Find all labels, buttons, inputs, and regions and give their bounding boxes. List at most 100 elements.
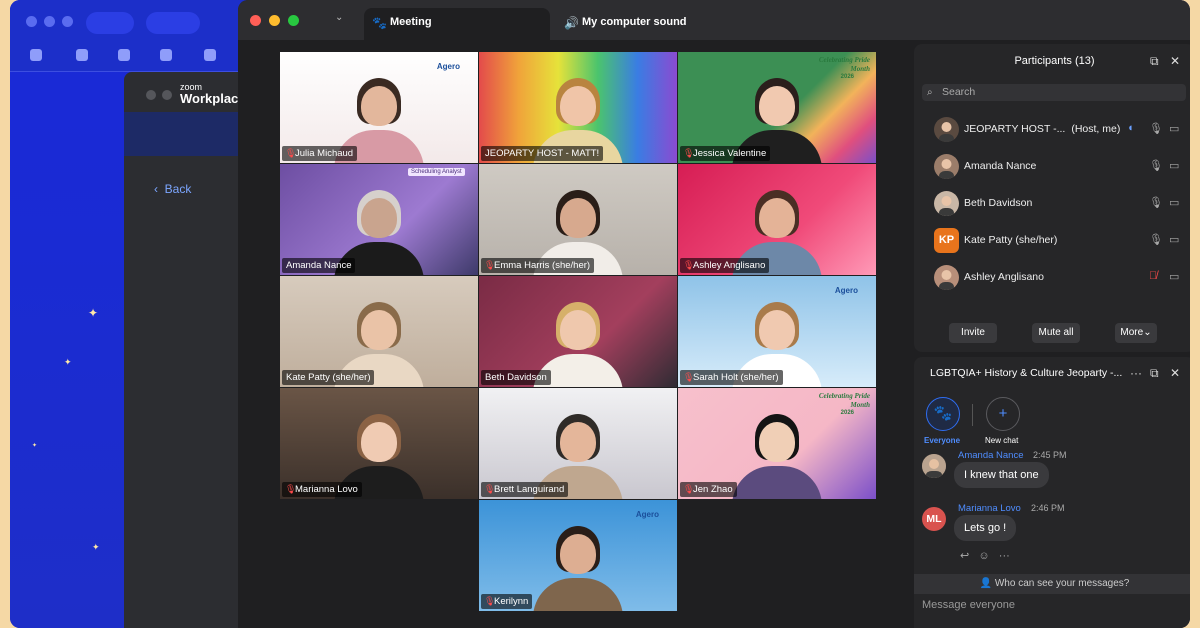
more-options-icon[interactable]: ··· bbox=[999, 550, 1010, 562]
participant-name-label: Amanda Nance bbox=[282, 258, 356, 273]
avatar: KP bbox=[934, 228, 959, 253]
pop-out-icon[interactable]: ⧉ bbox=[1150, 366, 1159, 381]
sparkle-icon: ✦ bbox=[32, 443, 38, 449]
window-minimize-dot[interactable] bbox=[44, 16, 55, 27]
extension-icon[interactable] bbox=[160, 49, 172, 61]
camera-icon[interactable]: ▭ bbox=[1169, 270, 1179, 283]
mic-muted-icon: 🎙 bbox=[484, 260, 496, 270]
microphone-icon[interactable]: 🎙 bbox=[1149, 196, 1163, 209]
message-bubble[interactable]: Lets go ! bbox=[954, 515, 1017, 541]
extension-icon[interactable] bbox=[118, 49, 130, 61]
participant-name-label: 🎙 Jen Zhao bbox=[680, 482, 737, 497]
camera-icon[interactable]: ▭ bbox=[1169, 196, 1179, 209]
video-tile[interactable]: Kate Patty (she/her) bbox=[280, 276, 478, 387]
chat-target-everyone[interactable]: 🐾 bbox=[926, 397, 960, 431]
brand-logo: Agero bbox=[436, 62, 460, 71]
invite-button[interactable]: Invite bbox=[949, 323, 997, 343]
mic-muted-icon: 🎙 bbox=[484, 596, 496, 606]
person-face bbox=[361, 86, 397, 126]
message-sender[interactable]: Amanda Nance bbox=[958, 450, 1023, 461]
participant-name: Brett Languirand bbox=[494, 484, 565, 495]
maximize-window-button[interactable] bbox=[288, 15, 299, 26]
person-face bbox=[361, 198, 397, 238]
person-face bbox=[361, 310, 397, 350]
tab-meeting[interactable]: 🐾 Meeting bbox=[364, 8, 550, 40]
video-tile[interactable]: Agero 🎙 Kerilynn bbox=[479, 500, 677, 611]
nav-arrows-button[interactable] bbox=[146, 12, 200, 34]
chevron-down-icon: ⌄ bbox=[1143, 327, 1152, 338]
participants-search-input[interactable]: ⌕ Search bbox=[922, 84, 1186, 101]
mute-all-button[interactable]: Mute all bbox=[1032, 323, 1080, 343]
person-face bbox=[759, 86, 795, 126]
close-window-button[interactable] bbox=[250, 15, 261, 26]
avatar bbox=[934, 191, 959, 216]
speaking-indicator-icon: ◖ bbox=[1127, 122, 1134, 134]
video-tile[interactable]: 🎙 Brett Languirand bbox=[479, 388, 677, 499]
person-face bbox=[759, 198, 795, 238]
window-dot[interactable] bbox=[162, 90, 172, 100]
message-actions: ↩ ☺ ··· bbox=[960, 549, 1010, 562]
participant-name-label: 🎙 Emma Harris (she/her) bbox=[481, 258, 595, 273]
video-tile[interactable]: Agero 🎙 Sarah Holt (she/her) bbox=[678, 276, 876, 387]
more-button[interactable]: More⌄ bbox=[1115, 323, 1157, 343]
participant-name: Beth Davidson bbox=[964, 197, 1033, 209]
camera-icon[interactable]: ▭ bbox=[1169, 159, 1179, 172]
person-face bbox=[560, 534, 596, 574]
mic-muted-icon[interactable]: 🎙̸ bbox=[1149, 270, 1157, 282]
video-tile[interactable]: Scheduling Analyst Amanda Nance bbox=[280, 164, 478, 275]
participant-row[interactable]: KP Kate Patty (she/her) 🎙 ▭ bbox=[914, 223, 1190, 259]
close-icon[interactable]: ✕ bbox=[1170, 366, 1180, 380]
camera-icon[interactable]: ▭ bbox=[1169, 122, 1179, 135]
video-tile[interactable]: 🎙 Ashley Anglisano bbox=[678, 164, 876, 275]
camera-icon[interactable]: ▭ bbox=[1169, 233, 1179, 246]
reply-icon[interactable]: ↩ bbox=[960, 550, 969, 562]
participant-row[interactable]: JEOPARTY HOST -... (Host, me) ◖ 🎙 ▭ bbox=[914, 112, 1190, 148]
video-tile[interactable]: Celebrating Pride Month 2026 🎙 Jen Zhao bbox=[678, 388, 876, 499]
video-tile[interactable]: Beth Davidson bbox=[479, 276, 677, 387]
participant-name: Marianna Lovo bbox=[295, 484, 358, 495]
microphone-icon[interactable]: 🎙 bbox=[1149, 122, 1163, 135]
window-dot[interactable] bbox=[146, 90, 156, 100]
video-tile[interactable]: Agero 🎙 Julia Michaud bbox=[280, 52, 478, 163]
chevron-down-icon[interactable]: ⌄ bbox=[335, 12, 343, 23]
tab-computer-sound-label: My computer sound bbox=[582, 16, 687, 28]
message-visibility-info[interactable]: 👤 Who can see your messages? bbox=[914, 574, 1190, 594]
video-tile[interactable]: 🎙 Emma Harris (she/her) bbox=[479, 164, 677, 275]
more-label: More bbox=[1120, 327, 1144, 338]
speaker-icon: 🔊 bbox=[564, 16, 579, 30]
mic-muted-icon: 🎙 bbox=[285, 484, 297, 494]
microphone-icon[interactable]: 🎙 bbox=[1149, 233, 1163, 246]
message-sender[interactable]: Marianna Lovo bbox=[958, 503, 1021, 514]
participant-label: Kate Patty (she/her) bbox=[964, 234, 1057, 246]
participant-row[interactable]: Amanda Nance 🎙 ▭ bbox=[914, 149, 1190, 185]
participant-row[interactable]: Ashley Anglisano 🎙̸ ▭ bbox=[914, 260, 1190, 296]
close-icon[interactable]: ✕ bbox=[1170, 44, 1180, 78]
new-chat-button[interactable]: + bbox=[986, 397, 1020, 431]
window-zoom-dot[interactable] bbox=[62, 16, 73, 27]
emoji-icon[interactable]: ☺ bbox=[978, 550, 989, 562]
pop-out-icon[interactable]: ⧉ bbox=[1150, 44, 1159, 78]
minimize-window-button[interactable] bbox=[269, 15, 280, 26]
participant-label: Amanda Nance bbox=[964, 160, 1036, 172]
paw-icon: 🐾 bbox=[933, 405, 953, 422]
video-tile[interactable]: JEOPARTY HOST - MATT! bbox=[479, 52, 677, 163]
plus-icon: + bbox=[998, 405, 1008, 422]
tab-computer-sound[interactable]: 🔊 My computer sound bbox=[556, 8, 736, 40]
back-link[interactable]: ‹ Back bbox=[154, 182, 191, 196]
video-tile[interactable]: Celebrating Pride Month 2026 🎙 Jessica Vale… bbox=[678, 52, 876, 163]
participant-name: Jen Zhao bbox=[693, 484, 733, 495]
video-tile[interactable]: 🎙 Marianna Lovo bbox=[280, 388, 478, 499]
participant-name: Beth Davidson bbox=[485, 372, 547, 383]
message-bubble[interactable]: I knew that one bbox=[954, 462, 1049, 488]
extension-icon[interactable] bbox=[204, 49, 216, 61]
microphone-icon[interactable]: 🎙 bbox=[1149, 159, 1163, 172]
participant-role: (Host, me) bbox=[1071, 123, 1121, 135]
sidebar-toggle-button[interactable] bbox=[86, 12, 134, 34]
more-options-icon[interactable]: ··· bbox=[1130, 366, 1142, 380]
participant-row[interactable]: Beth Davidson 🎙 ▭ bbox=[914, 186, 1190, 222]
extension-icon[interactable] bbox=[76, 49, 88, 61]
extension-icon[interactable] bbox=[30, 49, 42, 61]
message-input[interactable]: Message everyone bbox=[922, 599, 1015, 611]
participant-name-label: Kate Patty (she/her) bbox=[282, 370, 375, 385]
window-close-dot[interactable] bbox=[26, 16, 37, 27]
